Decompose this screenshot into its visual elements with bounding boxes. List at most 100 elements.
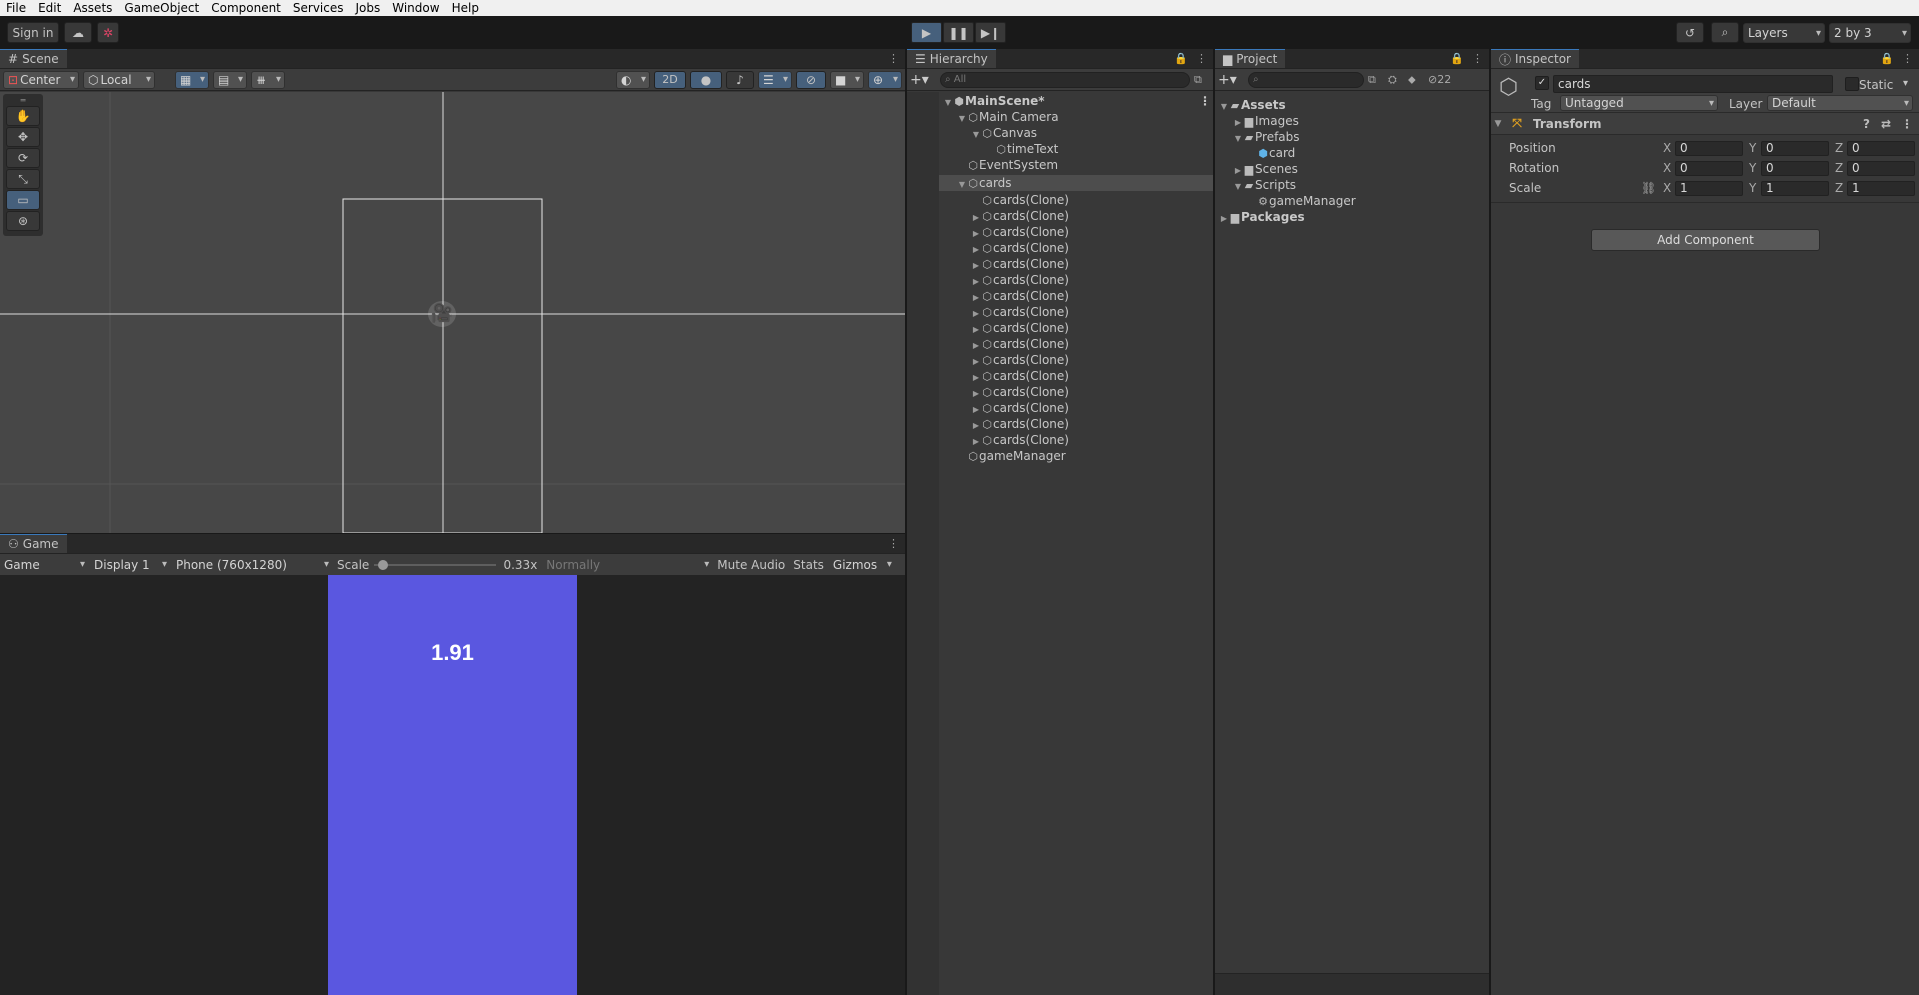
tree-row-gamemanager-script[interactable]: ⚙gameManager (1247, 195, 1489, 209)
axis-y-label[interactable]: Y (1749, 161, 1756, 175)
step-button[interactable]: ▶❙ (975, 22, 1006, 43)
expand-arrow-icon[interactable]: ▶ (971, 323, 981, 336)
expand-arrow-icon[interactable]: ▼ (957, 112, 967, 125)
aspect-dropdown[interactable]: Normally (542, 555, 713, 574)
pivot-dropdown[interactable]: ⊡ Center (3, 70, 79, 89)
tree-row-card-clone[interactable]: ▶ ⬡cards(Clone) (971, 338, 1213, 352)
favorite-icon[interactable]: ⬥ (1408, 73, 1424, 87)
tree-row-scripts[interactable]: ▼ ▰ Scripts (1233, 179, 1489, 193)
grid-toggle-dropdown[interactable]: ▤ (213, 70, 247, 89)
expand-arrow-icon[interactable]: ▶ (971, 371, 981, 384)
foldout-arrow-icon[interactable]: ▼ (1491, 119, 1505, 129)
axis-z-label[interactable]: Z (1835, 141, 1843, 155)
visibility-icon[interactable]: ⊘ (796, 70, 826, 89)
axis-z-label[interactable]: Z (1835, 181, 1843, 195)
more-icon[interactable]: ⋮ (888, 52, 899, 65)
expand-arrow-icon[interactable]: ▶ (971, 291, 981, 304)
tag-dropdown[interactable]: Untagged (1560, 95, 1718, 111)
expand-arrow-icon[interactable]: ▶ (971, 387, 981, 400)
expand-arrow-icon[interactable]: ▼ (943, 96, 953, 109)
static-dropdown-icon[interactable]: ▾ (1903, 78, 1908, 89)
grid-snap-dropdown[interactable]: ▦ (175, 70, 209, 89)
expand-arrow-icon[interactable]: ▶ (971, 275, 981, 288)
transform-tool-icon[interactable]: ⊛ (6, 211, 40, 231)
search-by-type-icon[interactable]: ⧉ (1368, 73, 1384, 87)
menu-assets[interactable]: Assets (67, 0, 118, 16)
shading-dropdown[interactable]: ◐ (616, 70, 650, 89)
tree-row-scene[interactable]: ▼ ⬢MainScene* ⋮ (943, 95, 1213, 109)
tree-row-card-clone[interactable]: ▶ ⬡cards(Clone) (971, 242, 1213, 256)
tree-row-card-clone[interactable]: ▶ ⬡cards(Clone) (971, 370, 1213, 384)
history-icon[interactable]: ↺ (1676, 22, 1704, 43)
menu-file[interactable]: File (0, 0, 32, 16)
expand-arrow-icon[interactable]: ▶ (1233, 116, 1243, 129)
more-icon[interactable]: ⋮ (1196, 52, 1207, 65)
axis-x-label[interactable]: X (1663, 141, 1671, 155)
tree-row-prefabs[interactable]: ▼ ▰ Prefabs (1233, 131, 1489, 145)
expand-arrow-icon[interactable]: ▶ (971, 307, 981, 320)
effects-dropdown[interactable]: ☰ (758, 70, 792, 89)
tree-row-card-clone[interactable]: ▶ ⬡cards(Clone) (971, 354, 1213, 368)
scale-y-input[interactable]: 1 (1761, 180, 1829, 196)
tree-row-card-clone[interactable]: ▶ ⬡cards(Clone) (971, 322, 1213, 336)
axis-y-label[interactable]: Y (1749, 181, 1756, 195)
tree-row-gamemanager[interactable]: ⬡gameManager (957, 450, 1213, 464)
search-options-icon[interactable]: ⧉ (1194, 73, 1210, 87)
search-by-label-icon[interactable]: ⛭ (1388, 73, 1404, 87)
link-scale-icon[interactable]: ⛓ (1641, 181, 1656, 195)
scale-z-input[interactable]: 1 (1847, 180, 1915, 196)
expand-arrow-icon[interactable]: ▶ (971, 355, 981, 368)
preset-icon[interactable]: ⇄ (1881, 117, 1891, 131)
tree-row-eventsystem[interactable]: ⬡EventSystem (957, 159, 1213, 173)
more-icon[interactable]: ⋮ (1901, 117, 1913, 131)
move-tool-icon[interactable]: ✥ (6, 127, 40, 147)
create-button[interactable]: +▾ (910, 72, 936, 88)
scale-tool-icon[interactable]: ⤡ (6, 169, 40, 189)
camera-gizmo-icon[interactable]: 🎥 (428, 301, 456, 327)
search-icon[interactable]: ⌕ (1711, 22, 1739, 43)
lock-icon[interactable]: 🔒 (1450, 52, 1464, 65)
lighting-icon[interactable]: ● (690, 70, 722, 89)
expand-arrow-icon[interactable]: ▼ (1233, 180, 1243, 193)
tree-row-card-clone[interactable]: ▶ ⬡cards(Clone) (971, 418, 1213, 432)
tree-row-assets[interactable]: ▼ ▰ Assets (1219, 99, 1489, 113)
gizmos-dropdown[interactable]: Gizmos (828, 555, 895, 574)
position-x-input[interactable]: 0 (1675, 140, 1743, 156)
cloud-icon[interactable]: ☁ (64, 22, 92, 43)
object-name-input[interactable]: cards (1553, 75, 1833, 93)
mute-audio-toggle[interactable]: Mute Audio (714, 558, 788, 572)
tree-row-card-clone[interactable]: ⬡cards(Clone) (971, 194, 1213, 208)
tree-row-card-clone[interactable]: ▶ ⬡cards(Clone) (971, 402, 1213, 416)
menu-gameobject[interactable]: GameObject (118, 0, 205, 16)
sign-in-button[interactable]: Sign in (7, 22, 59, 43)
tab-project[interactable]: ▆ Project (1215, 49, 1286, 68)
tree-row-card-clone[interactable]: ▶ ⬡cards(Clone) (971, 210, 1213, 224)
expand-arrow-icon[interactable]: ▶ (971, 211, 981, 224)
tree-row-timetext[interactable]: ⬡timeText (985, 143, 1213, 157)
tree-row-cards[interactable]: ▼ ⬡cards (939, 175, 1213, 191)
expand-arrow-icon[interactable]: ▼ (1219, 100, 1229, 113)
game-canvas[interactable]: 1.91 (328, 575, 577, 995)
expand-arrow-icon[interactable]: ▶ (971, 243, 981, 256)
space-dropdown[interactable]: ⬡ Local (83, 70, 155, 89)
tree-row-card-clone[interactable]: ▶ ⬡cards(Clone) (971, 306, 1213, 320)
play-button[interactable]: ▶ (911, 22, 942, 43)
axis-x-label[interactable]: X (1663, 161, 1671, 175)
position-z-input[interactable]: 0 (1847, 140, 1915, 156)
hierarchy-search-input[interactable]: ⌕ All (940, 71, 1190, 88)
help-icon[interactable]: ? (1863, 117, 1870, 131)
transform-header[interactable]: ▼ ⤧ Transform ? ⇄ ⋮ (1491, 113, 1919, 135)
tree-row-card-clone[interactable]: ▶ ⬡cards(Clone) (971, 274, 1213, 288)
tree-row-card-clone[interactable]: ▶ ⬡cards(Clone) (971, 434, 1213, 448)
tree-row-card-clone[interactable]: ▶ ⬡cards(Clone) (971, 226, 1213, 240)
2d-toggle[interactable]: 2D (654, 70, 686, 89)
gizmos-dropdown[interactable]: ⊕ (868, 70, 902, 89)
expand-arrow-icon[interactable]: ▶ (971, 403, 981, 416)
tree-row-packages[interactable]: ▶ ▆ Packages (1219, 211, 1489, 225)
expand-arrow-icon[interactable]: ▼ (971, 128, 981, 141)
tree-row-canvas[interactable]: ▼ ⬡Canvas (971, 127, 1213, 141)
display-dropdown[interactable]: Display 1 (90, 555, 170, 574)
tree-row-card-clone[interactable]: ▶ ⬡cards(Clone) (971, 386, 1213, 400)
resolution-dropdown[interactable]: Phone (760x1280) (172, 555, 332, 574)
scale-slider[interactable] (374, 558, 497, 572)
